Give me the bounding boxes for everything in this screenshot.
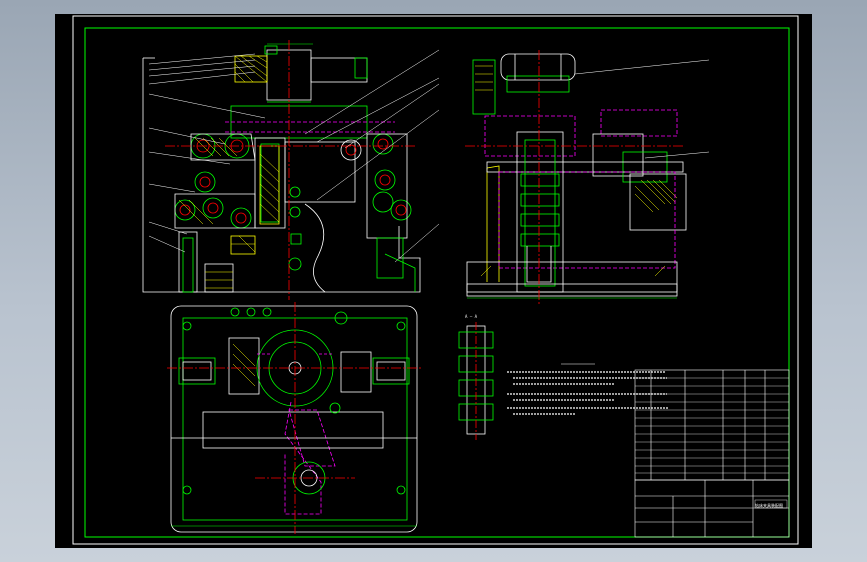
cad-drawing: A — A 钻床夹具装配图 — [72, 15, 799, 545]
parts-list — [634, 369, 790, 481]
tech-requirements — [507, 363, 669, 415]
front-view — [142, 40, 440, 300]
top-view — [167, 302, 423, 534]
section-aa-view: A — A — [458, 314, 494, 440]
section-aa-label: A — A — [465, 314, 478, 319]
title-block — [634, 479, 790, 538]
side-view — [465, 50, 710, 304]
drawing-title: 钻床夹具装配图 — [755, 502, 783, 508]
inner-frame — [84, 27, 790, 538]
drawing-canvas[interactable]: A — A 钻床夹具装配图 — [55, 14, 812, 548]
outer-frame — [72, 15, 799, 545]
